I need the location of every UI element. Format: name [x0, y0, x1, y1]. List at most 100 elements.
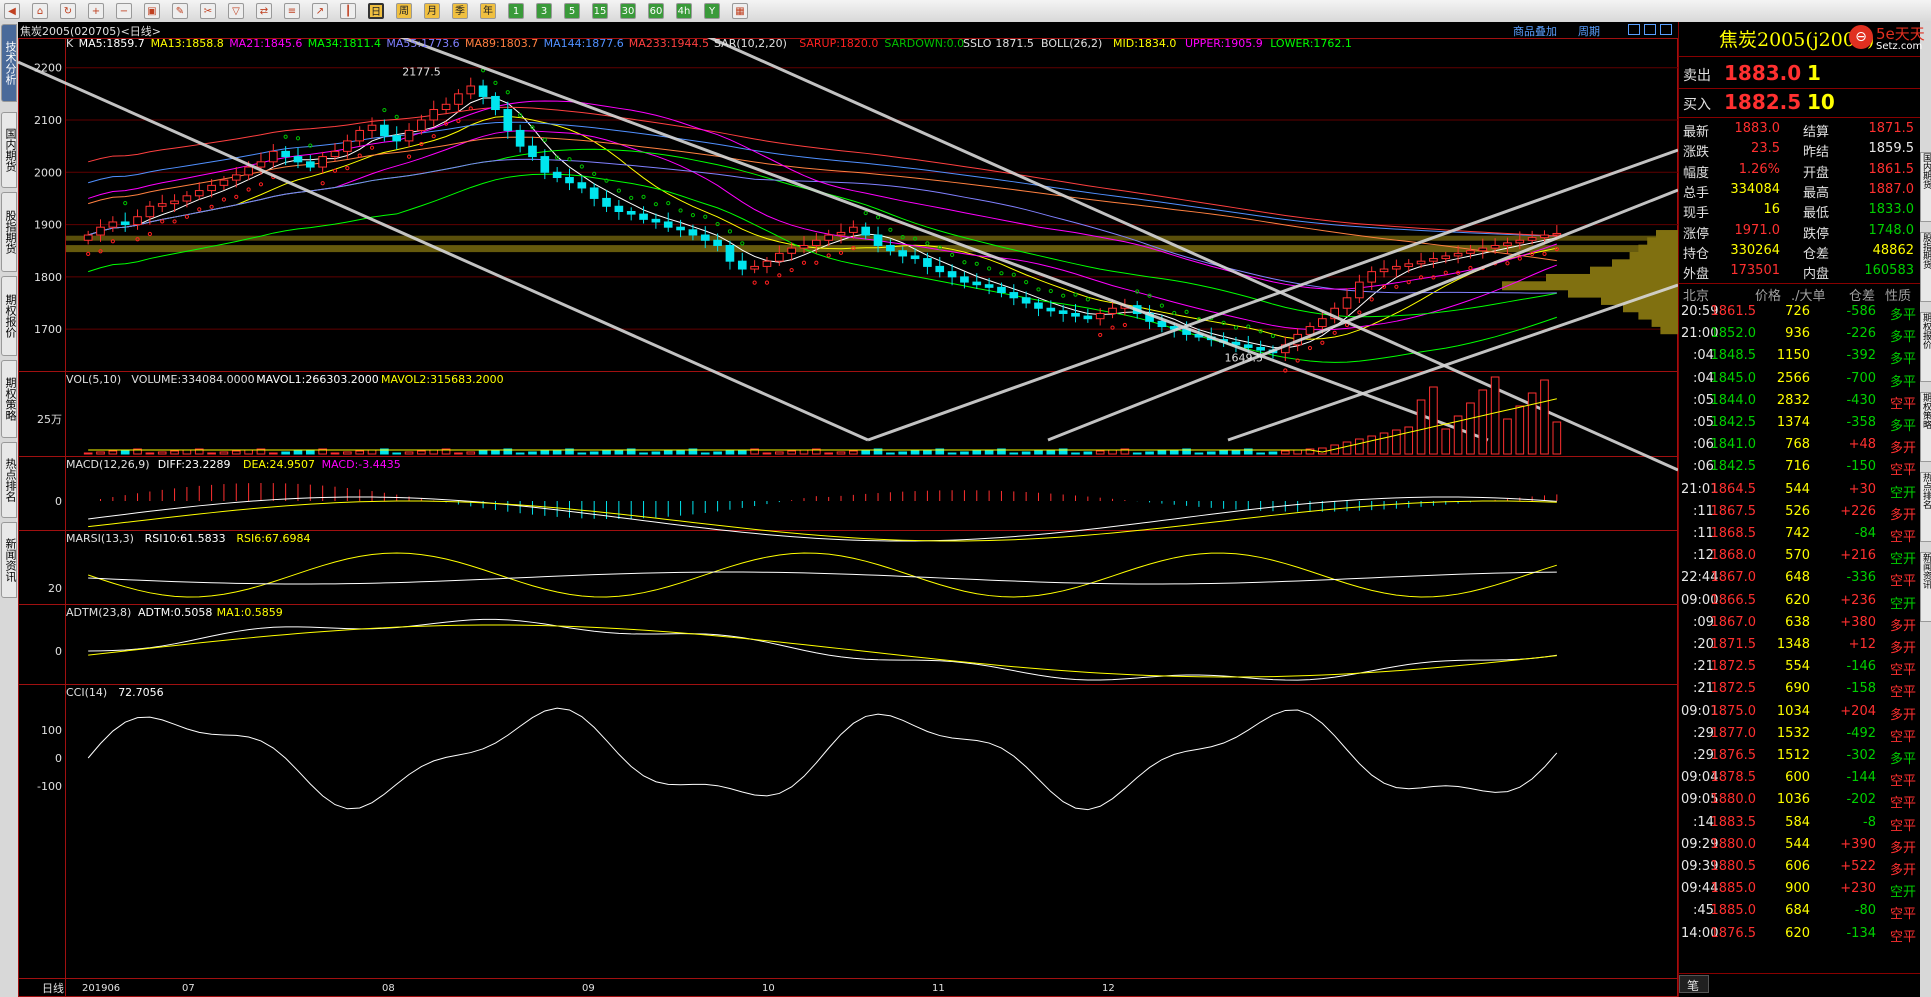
layout-full-icon[interactable] — [1660, 24, 1672, 35]
tick-row[interactable]: :05 1844.0 2832 -430 空平 — [1679, 390, 1920, 412]
multi-day-icon[interactable]: Y — [704, 3, 720, 19]
year-icon[interactable]: 年 — [480, 3, 496, 19]
min30-icon[interactable]: 30 — [620, 3, 636, 19]
left-tab-5[interactable]: 热点排名 — [1, 442, 17, 518]
tick-row[interactable]: :09 1867.0 638 +380 多开 — [1679, 612, 1920, 634]
trend-icon[interactable]: ↗ — [312, 3, 328, 19]
tick-row[interactable]: 09:44 1885.0 900 +230 空开 — [1679, 878, 1920, 900]
volume-bar — [1219, 450, 1228, 455]
month-icon[interactable]: 月 — [424, 3, 440, 19]
right-tab-3[interactable]: 期权策略 — [1920, 392, 1931, 462]
volume-bar — [824, 452, 833, 455]
tick-row[interactable]: :45 1885.0 684 -80 空平 — [1679, 900, 1920, 922]
right-tab-1[interactable]: 股指期货 — [1920, 232, 1931, 302]
tick-row[interactable]: :04 1848.5 1150 -392 多平 — [1679, 345, 1920, 367]
left-tab-4[interactable]: 期权策略 — [1, 360, 17, 438]
sar-dot — [246, 187, 251, 192]
tick-list[interactable]: 20:59 1861.5 726 -586 多平 21:00 1852.0 936 -226 多平… — [1679, 301, 1920, 971]
tick-row[interactable]: 14:00 1876.5 620 -134 空平 — [1679, 923, 1920, 945]
sell-price: 1883.0 — [1724, 61, 1802, 85]
zoom-in-icon[interactable]: + — [88, 3, 104, 19]
zoom-out-icon[interactable]: − — [116, 3, 132, 19]
tick-row[interactable]: :04 1845.0 2566 -700 多平 — [1679, 368, 1920, 390]
right-tab-0[interactable]: 国内期货 — [1920, 152, 1931, 222]
left-tab-6[interactable]: 新闻资讯 — [1, 522, 17, 598]
legend-item: LOWER:1762.1 — [1270, 38, 1352, 50]
refresh-icon[interactable]: ↻ — [60, 3, 76, 19]
tool-icon[interactable]: ✂ — [200, 3, 216, 19]
sar-dot — [666, 201, 671, 206]
pen-icon[interactable]: ✎ — [172, 3, 188, 19]
tick-row[interactable]: 09:39 1880.5 606 +522 多开 — [1679, 856, 1920, 878]
left-tab-1[interactable]: 国内期货 — [1, 112, 17, 188]
min240-icon[interactable]: 4h — [676, 3, 692, 19]
period-link[interactable]: 周期 — [1578, 23, 1600, 39]
season-icon[interactable]: 季 — [452, 3, 468, 19]
tick-volume: 648 — [1785, 570, 1810, 586]
left-tab-3[interactable]: 期权报价 — [1, 276, 17, 356]
filter-icon[interactable]: ▽ — [228, 3, 244, 19]
tick-row[interactable]: 09:00 1866.5 620 +236 空开 — [1679, 590, 1920, 612]
layout-grid-icon[interactable] — [1628, 24, 1640, 35]
tick-row[interactable]: 20:59 1861.5 726 -586 多平 — [1679, 301, 1920, 323]
left-tab-0[interactable]: 技术分析 — [1, 24, 17, 102]
sar-dot — [1048, 288, 1053, 294]
min60-icon[interactable]: 60 — [648, 3, 664, 19]
x-axis-label: 12 — [1102, 983, 1115, 994]
tick-row[interactable]: 21:01 1864.5 544 +30 空开 — [1679, 479, 1920, 501]
candle-body — [268, 150, 278, 163]
tick-row[interactable]: :29 1876.5 1512 -302 多平 — [1679, 745, 1920, 767]
min15-icon[interactable]: 15 — [592, 3, 608, 19]
right-tab-2[interactable]: 期权报价 — [1920, 312, 1931, 382]
legend-item: MA13:1858.8 — [151, 38, 224, 50]
left-tab-2[interactable]: 股指期货 — [1, 192, 17, 272]
tick-row[interactable]: :06 1841.0 768 +48 多开 — [1679, 434, 1920, 456]
tick-row[interactable]: :14 1883.5 584 -8 空平 — [1679, 812, 1920, 834]
tick-row[interactable]: 09:05 1880.0 1036 -202 空平 — [1679, 789, 1920, 811]
volume-bar — [305, 449, 315, 455]
list-icon[interactable]: ≡ — [284, 3, 300, 19]
calculator-icon[interactable]: ▦ — [732, 3, 748, 19]
candle-body — [1490, 244, 1500, 249]
tick-row[interactable]: 09:01 1875.0 1034 +204 多开 — [1679, 701, 1920, 723]
kline-icon[interactable]: ┃ — [340, 3, 356, 19]
right-tab-5[interactable]: 新闻资讯 — [1920, 552, 1931, 622]
week-icon[interactable]: 周 — [396, 3, 412, 19]
min3-icon[interactable]: 3 — [536, 3, 552, 19]
overlay-link[interactable]: 商品叠加 — [1513, 23, 1557, 39]
min1-icon[interactable]: 1 — [508, 3, 524, 19]
candle-body — [886, 244, 895, 252]
sar-dot — [110, 239, 115, 244]
kline-chart[interactable]: 2200210020001900180017002177.51649.5K MA5… — [18, 38, 1678, 997]
tick-row[interactable]: :12 1868.0 570 +216 空开 — [1679, 545, 1920, 567]
window-icon[interactable]: ▣ — [144, 3, 160, 19]
tick-row[interactable]: :21 1872.5 690 -158 空平 — [1679, 678, 1920, 700]
candle-body — [194, 190, 204, 197]
sar-dot — [320, 181, 325, 186]
tick-row[interactable]: 09:29 1880.0 544 +390 多开 — [1679, 834, 1920, 856]
tick-row[interactable]: :05 1842.5 1374 -358 多平 — [1679, 412, 1920, 434]
stat-label: 仓差 — [1803, 246, 1830, 262]
day-icon[interactable]: 日 — [368, 3, 384, 19]
tick-row[interactable]: 22:44 1867.0 648 -336 空平 — [1679, 567, 1920, 589]
home-icon[interactable]: ⌂ — [32, 3, 48, 19]
adtm-tick-label: 0 — [55, 645, 62, 658]
tick-row[interactable]: :29 1877.0 1532 -492 空平 — [1679, 723, 1920, 745]
back-icon[interactable]: ◀ — [4, 3, 20, 19]
right-tab-4[interactable]: 热点排名 — [1920, 472, 1931, 542]
tick-row[interactable]: 21:00 1852.0 936 -226 多平 — [1679, 323, 1920, 345]
volume-bar — [651, 451, 661, 455]
tick-oi-change: -336 — [1846, 570, 1876, 586]
tick-row[interactable]: :20 1871.5 1348 +12 多开 — [1679, 634, 1920, 656]
tick-volume: 544 — [1785, 836, 1810, 852]
tick-row[interactable]: 09:04 1878.5 600 -144 空平 — [1679, 767, 1920, 789]
tick-row[interactable]: :06 1842.5 716 -150 空平 — [1679, 456, 1920, 478]
tick-row[interactable]: :11 1868.5 742 -84 空平 — [1679, 523, 1920, 545]
tick-row[interactable]: :21 1872.5 554 -146 空平 — [1679, 656, 1920, 678]
compare-icon[interactable]: ⇄ — [256, 3, 272, 19]
tick-row[interactable]: :11 1867.5 526 +226 多开 — [1679, 501, 1920, 523]
layout-split-icon[interactable] — [1644, 24, 1656, 35]
sar-dot — [1443, 270, 1448, 275]
tick-footer-tab[interactable]: 笔 — [1679, 975, 1709, 993]
min5-icon[interactable]: 5 — [564, 3, 580, 19]
